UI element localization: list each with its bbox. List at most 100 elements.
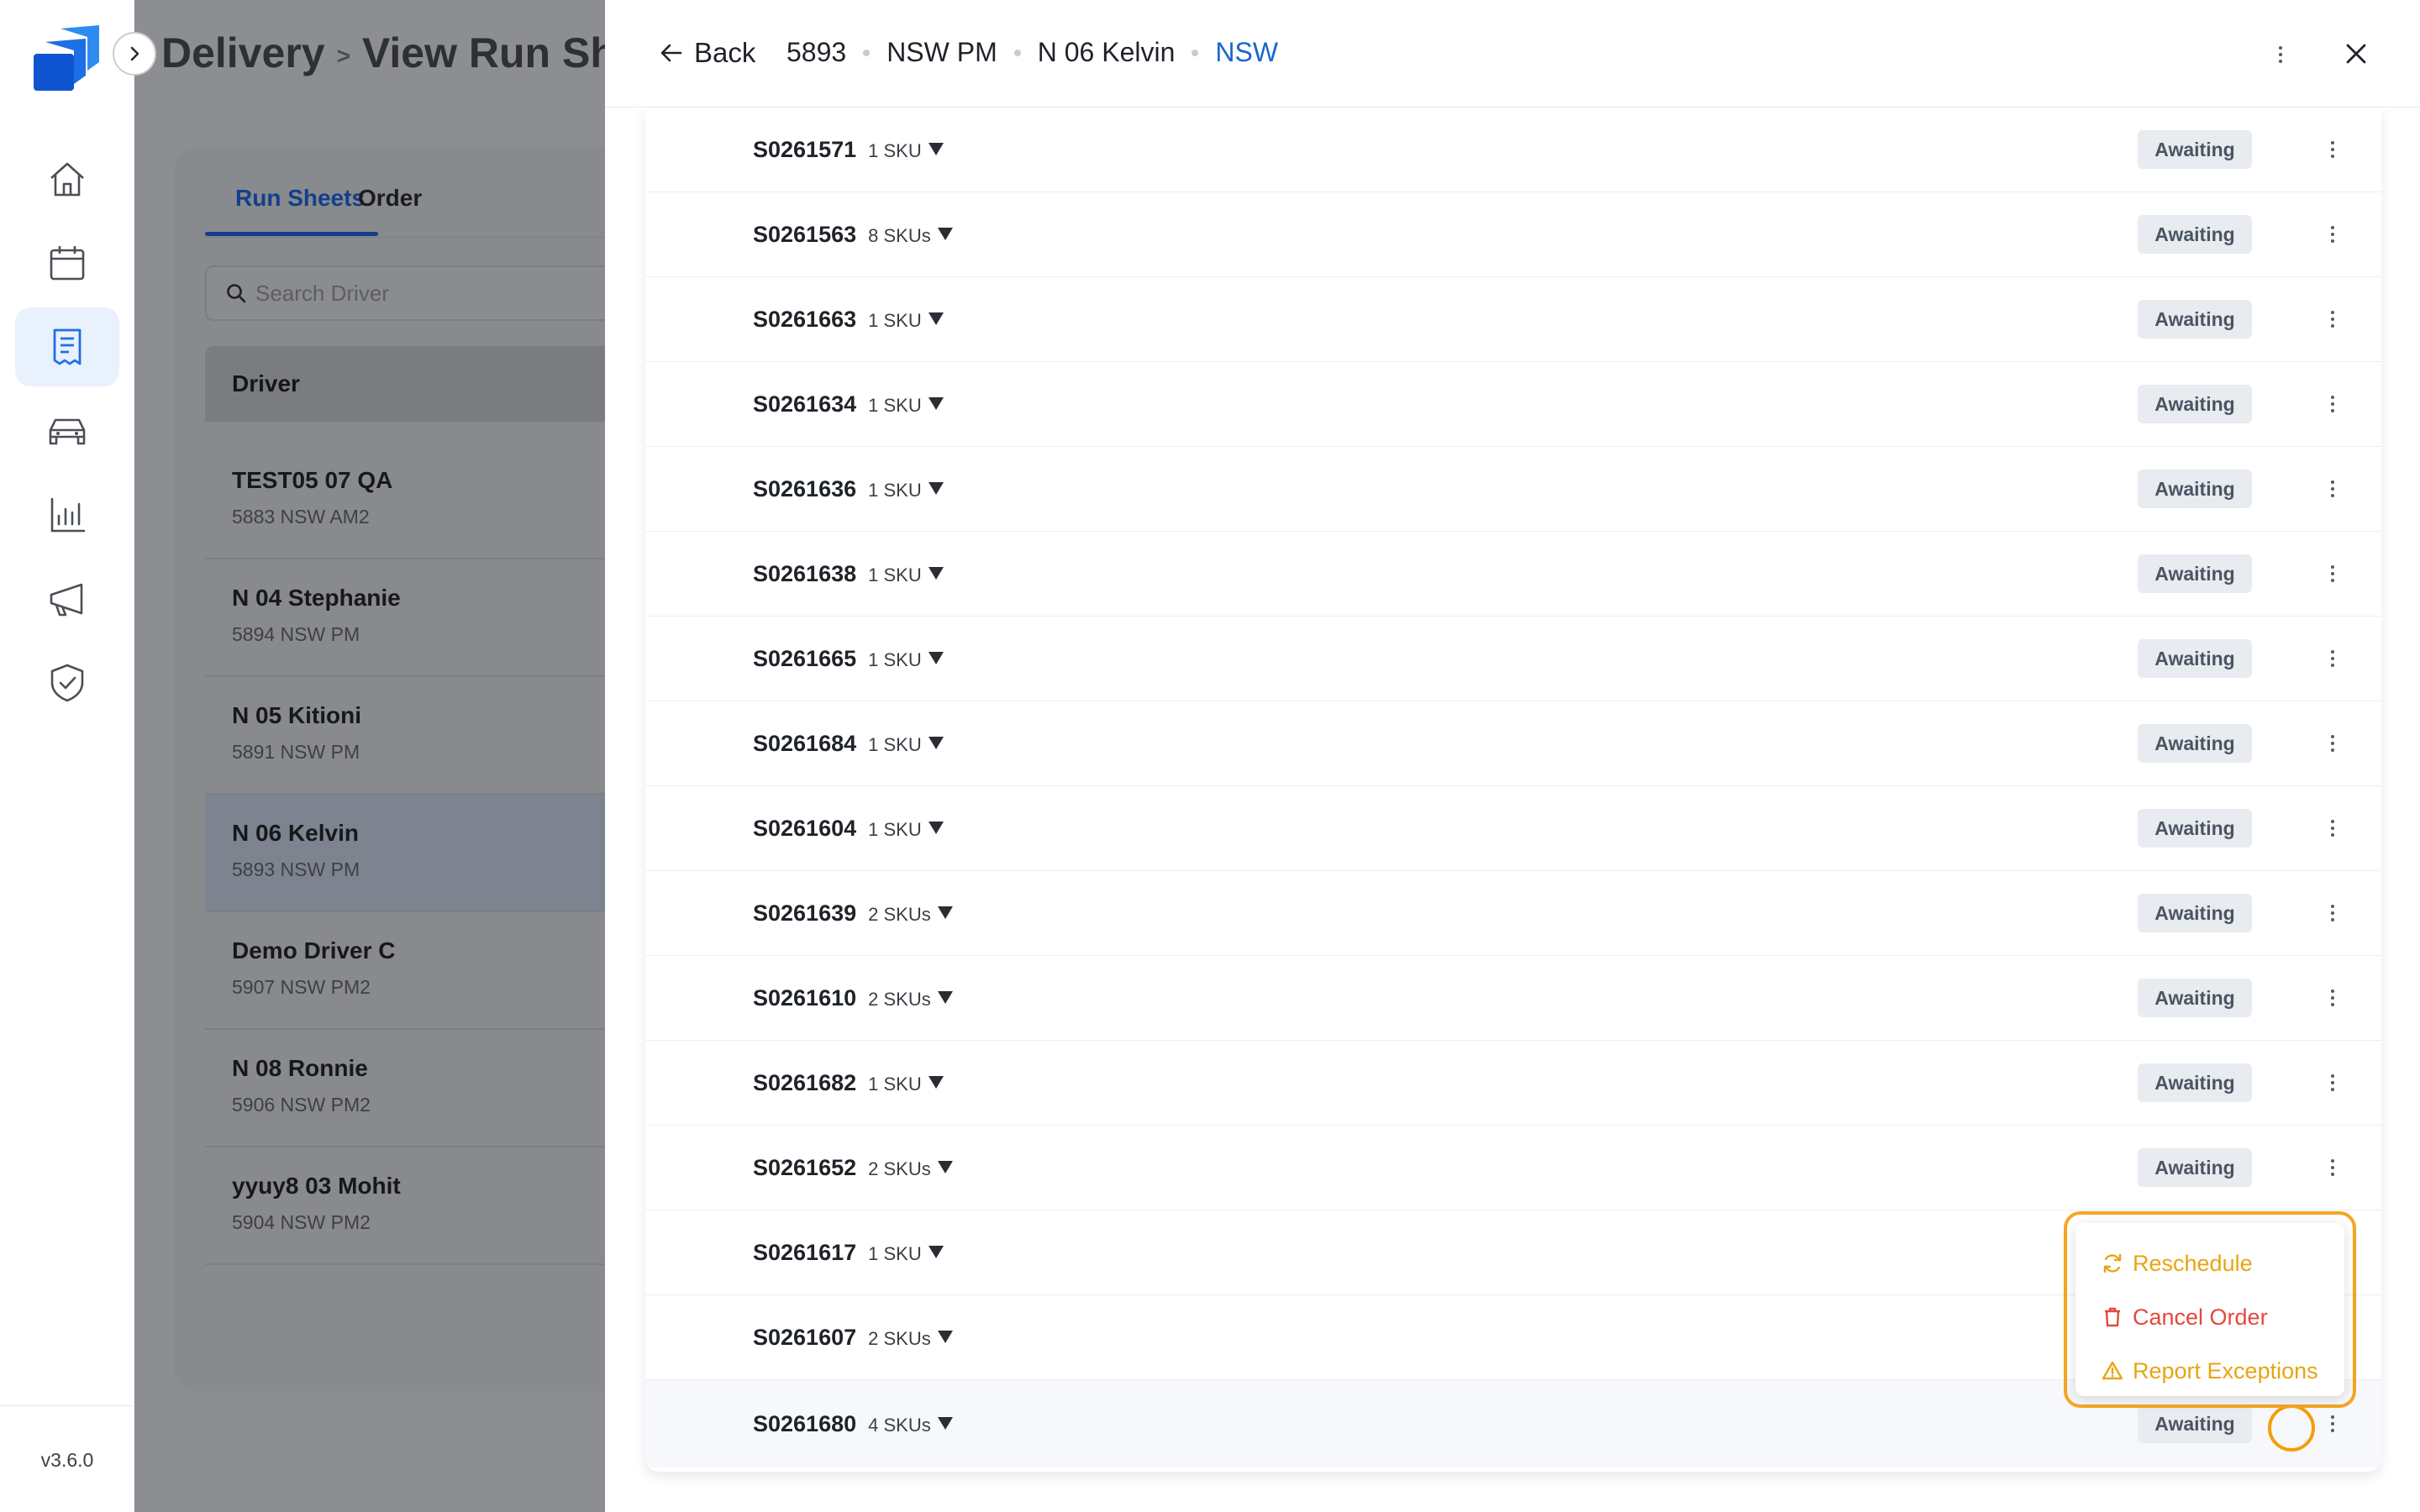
order-row[interactable]: S0261610 2 SKUs Awaiting (645, 956, 2381, 1041)
nav-security[interactable] (15, 643, 119, 722)
menu-reschedule[interactable]: Reschedule (2075, 1236, 2344, 1290)
order-row[interactable]: S0261663 1 SKU Awaiting (645, 277, 2381, 362)
caret-down-icon[interactable] (928, 1245, 944, 1258)
row-more-icon[interactable] (2321, 1153, 2344, 1182)
order-row[interactable]: S0261634 1 SKU Awaiting (645, 362, 2381, 447)
order-id[interactable]: S0261665 1 SKU (753, 646, 944, 672)
order-id[interactable]: S0261571 1 SKU (753, 137, 944, 163)
order-row[interactable]: S0261639 2 SKUs Awaiting (645, 871, 2381, 956)
row-more-icon[interactable] (2321, 1410, 2344, 1438)
crumb-dot (1013, 49, 1021, 56)
order-id[interactable]: S0261636 1 SKU (753, 476, 944, 502)
order-row[interactable]: S0261682 1 SKU Awaiting (645, 1041, 2381, 1126)
nav-reports[interactable] (15, 475, 119, 554)
caret-down-icon[interactable] (928, 142, 944, 155)
sku-count: 2 SKUs (868, 903, 931, 925)
nav-vehicles[interactable] (15, 391, 119, 470)
region-name: NSW (1215, 37, 1279, 67)
row-more-icon[interactable] (2321, 1068, 2344, 1097)
tab-order[interactable]: Order (358, 185, 422, 212)
back-label: Back (694, 37, 756, 68)
order-id[interactable]: S0261610 2 SKUs (753, 985, 953, 1011)
crumb-dot (863, 49, 871, 56)
caret-down-icon[interactable] (928, 312, 944, 325)
caret-down-icon[interactable] (928, 736, 944, 749)
app-logo-icon[interactable] (30, 22, 104, 94)
menu-report-exceptions[interactable]: Report Exceptions (2075, 1344, 2344, 1398)
order-id[interactable]: S0261663 1 SKU (753, 307, 944, 333)
arrow-left-icon (660, 44, 682, 62)
order-number: S0261634 (753, 391, 857, 417)
caret-down-icon[interactable] (937, 227, 953, 240)
caret-down-icon[interactable] (937, 990, 953, 1004)
sku-count: 4 SKUs (868, 1414, 931, 1436)
row-more-icon[interactable] (2321, 390, 2344, 418)
caret-down-icon[interactable] (937, 906, 953, 919)
tab-run-sheets[interactable]: Run Sheets (235, 185, 365, 212)
order-row[interactable]: S0261636 1 SKU Awaiting (645, 447, 2381, 532)
caret-down-icon[interactable] (937, 1330, 953, 1343)
row-more-icon[interactable] (2321, 814, 2344, 843)
search-driver-input[interactable]: Search Driver (205, 265, 659, 321)
row-more-icon[interactable] (2321, 729, 2344, 758)
back-button[interactable]: Back (659, 37, 755, 69)
car-icon (49, 418, 86, 445)
breadcrumb-delivery[interactable]: Delivery (161, 29, 325, 76)
order-id[interactable]: S0261639 2 SKUs (753, 900, 953, 927)
order-row[interactable]: S0261665 1 SKU Awaiting (645, 617, 2381, 701)
header-more-icon[interactable] (2270, 42, 2291, 67)
order-number: S0261684 (753, 730, 857, 756)
row-more-icon[interactable] (2321, 475, 2344, 503)
nav-home[interactable] (15, 139, 119, 218)
order-id[interactable]: S0261652 2 SKUs (753, 1155, 953, 1181)
order-number: S0261571 (753, 136, 857, 162)
caret-down-icon[interactable] (928, 651, 944, 664)
row-more-icon[interactable] (2321, 220, 2344, 249)
order-id[interactable]: S0261607 2 SKUs (753, 1325, 953, 1351)
caret-down-icon[interactable] (928, 566, 944, 580)
order-id[interactable]: S0261634 1 SKU (753, 391, 944, 417)
caret-down-icon[interactable] (937, 1416, 953, 1430)
order-id[interactable]: S0261638 1 SKU (753, 561, 944, 587)
caret-down-icon[interactable] (937, 1160, 953, 1173)
home-icon (50, 162, 84, 197)
expand-sidebar-button[interactable] (113, 32, 156, 76)
row-more-icon[interactable] (2321, 984, 2344, 1012)
close-drawer-button[interactable] (2339, 37, 2373, 71)
drawer-header: Back 5893 NSW PM N 06 Kelvin NSW (605, 0, 2420, 108)
order-id[interactable]: S0261680 4 SKUs (753, 1411, 953, 1437)
order-row[interactable]: S0261604 1 SKU Awaiting (645, 786, 2381, 871)
row-more-icon[interactable] (2321, 559, 2344, 588)
order-id[interactable]: S0261684 1 SKU (753, 731, 944, 757)
order-row[interactable]: S0261563 8 SKUs Awaiting (645, 192, 2381, 277)
order-id[interactable]: S0261604 1 SKU (753, 816, 944, 842)
order-number: S0261617 (753, 1239, 857, 1265)
menu-cancel-order[interactable]: Cancel Order (2075, 1290, 2344, 1344)
order-row[interactable]: S0261638 1 SKU Awaiting (645, 532, 2381, 617)
breadcrumb-view-run-sheet: View Run She (361, 29, 639, 76)
row-more-icon[interactable] (2321, 899, 2344, 927)
caret-down-icon[interactable] (928, 821, 944, 834)
order-id[interactable]: S0261682 1 SKU (753, 1070, 944, 1096)
nav-announcements[interactable] (15, 559, 119, 638)
caret-down-icon[interactable] (928, 1075, 944, 1089)
chevron-right-icon (130, 46, 139, 61)
sku-count: 1 SKU (868, 1073, 922, 1095)
order-row[interactable]: S0261652 2 SKUs Awaiting (645, 1126, 2381, 1210)
sku-count: 1 SKU (868, 733, 922, 755)
order-number: S0261636 (753, 475, 857, 501)
row-more-icon[interactable] (2321, 644, 2344, 673)
order-row[interactable]: S0261684 1 SKU Awaiting (645, 701, 2381, 786)
row-more-icon[interactable] (2321, 135, 2344, 164)
sku-count: 1 SKU (868, 818, 922, 840)
nav-calendar[interactable] (15, 223, 119, 302)
order-id[interactable]: S0261617 1 SKU (753, 1240, 944, 1266)
order-id[interactable]: S0261563 8 SKUs (753, 222, 953, 248)
sku-count: 1 SKU (868, 394, 922, 416)
nav-run-sheets[interactable] (15, 307, 119, 386)
row-more-icon[interactable] (2321, 305, 2344, 333)
caret-down-icon[interactable] (928, 396, 944, 410)
order-row[interactable]: S0261571 1 SKU Awaiting (645, 108, 2381, 192)
status-badge: Awaiting (2138, 385, 2252, 423)
caret-down-icon[interactable] (928, 481, 944, 495)
